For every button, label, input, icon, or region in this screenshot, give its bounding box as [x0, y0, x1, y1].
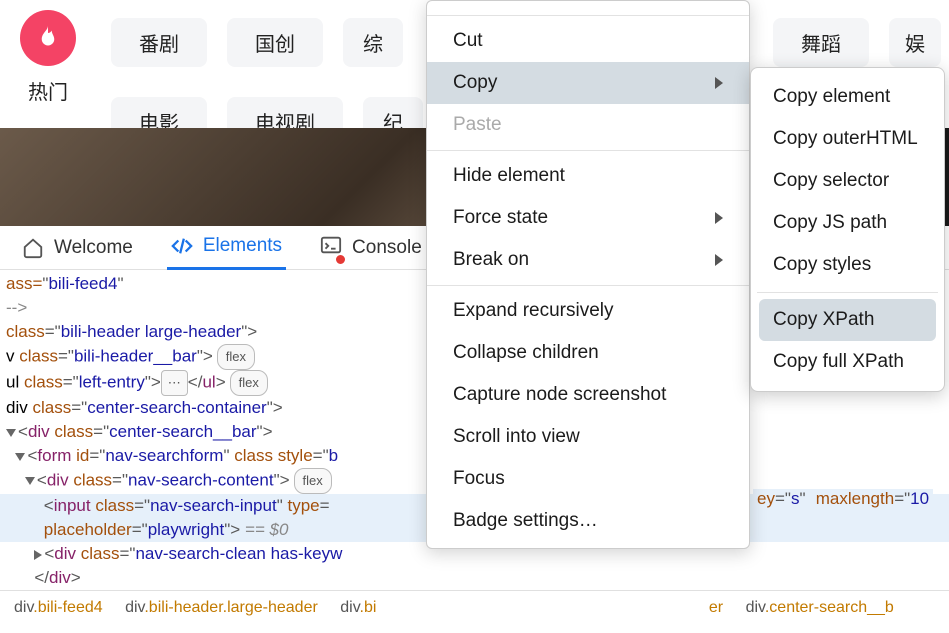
- submenu-copy-jspath[interactable]: Copy JS path: [759, 202, 936, 244]
- tab-console[interactable]: Console: [316, 226, 426, 270]
- submenu-arrow-icon: [715, 77, 723, 89]
- menu-separator: [427, 150, 749, 151]
- submenu-copy-xpath[interactable]: Copy XPath: [759, 299, 936, 341]
- menu-paste: Paste: [427, 104, 749, 146]
- expand-triangle-icon[interactable]: [15, 453, 25, 461]
- tab-welcome[interactable]: Welcome: [18, 226, 137, 270]
- menu-collapse[interactable]: Collapse children: [427, 332, 749, 374]
- nav-pill[interactable]: 舞蹈: [773, 18, 869, 67]
- hot-section[interactable]: 热门: [20, 10, 76, 128]
- expand-triangle-icon[interactable]: [6, 429, 16, 437]
- home-icon: [22, 237, 44, 259]
- breadcrumb-item[interactable]: div.bi: [340, 599, 376, 616]
- menu-cut[interactable]: Cut: [427, 20, 749, 62]
- nav-pill[interactable]: 娱: [889, 18, 941, 67]
- menu-break-on[interactable]: Break on: [427, 239, 749, 281]
- code-icon: [171, 235, 193, 257]
- flex-badge[interactable]: flex: [294, 468, 332, 494]
- menu-capture[interactable]: Capture node screenshot: [427, 374, 749, 416]
- flex-badge[interactable]: flex: [230, 370, 268, 396]
- nav-pill[interactable]: 综: [343, 18, 403, 67]
- submenu-copy-outerhtml[interactable]: Copy outerHTML: [759, 118, 936, 160]
- menu-expand[interactable]: Expand recursively: [427, 290, 749, 332]
- context-menu: Cut Copy Paste Hide element Force state …: [426, 0, 750, 549]
- menu-hide[interactable]: Hide element: [427, 155, 749, 197]
- breadcrumb-item[interactable]: div.center-search__b: [746, 599, 894, 616]
- error-badge-icon: [335, 254, 346, 265]
- tab-label: Console: [352, 237, 422, 259]
- breadcrumb-item[interactable]: div.bili-header.large-header: [125, 599, 318, 616]
- flex-badge[interactable]: flex: [217, 344, 255, 370]
- hot-label: 热门: [20, 76, 76, 105]
- menu-separator: [427, 15, 749, 16]
- breadcrumb[interactable]: div.bili-feed4 div.bili-header.large-hea…: [0, 590, 949, 625]
- expand-triangle-icon[interactable]: [25, 477, 35, 485]
- submenu-copy-selector[interactable]: Copy selector: [759, 160, 936, 202]
- breadcrumb-item[interactable]: div.bili-feed4: [14, 599, 103, 616]
- code-fragment: ey="s" maxlength="10: [753, 489, 933, 509]
- menu-separator: [427, 285, 749, 286]
- submenu-arrow-icon: [715, 212, 723, 224]
- tab-label: Welcome: [54, 237, 133, 259]
- breadcrumb-item[interactable]: er: [709, 599, 723, 616]
- console-icon: [320, 234, 342, 256]
- menu-scroll[interactable]: Scroll into view: [427, 416, 749, 458]
- collapse-triangle-icon[interactable]: [34, 550, 42, 560]
- fire-icon: [20, 10, 76, 66]
- submenu-copy-element[interactable]: Copy element: [759, 76, 936, 118]
- menu-focus[interactable]: Focus: [427, 458, 749, 500]
- menu-copy[interactable]: Copy: [427, 62, 749, 104]
- code-line[interactable]: </div>: [0, 566, 949, 590]
- menu-badge[interactable]: Badge settings…: [427, 500, 749, 542]
- copy-submenu: Copy element Copy outerHTML Copy selecto…: [750, 67, 945, 392]
- menu-force-state[interactable]: Force state: [427, 197, 749, 239]
- tab-elements[interactable]: Elements: [167, 226, 286, 270]
- submenu-copy-styles[interactable]: Copy styles: [759, 244, 936, 286]
- menu-item-partial: [427, 7, 749, 11]
- menu-separator: [757, 292, 938, 293]
- nav-pill[interactable]: 国创: [227, 18, 323, 67]
- submenu-arrow-icon: [715, 254, 723, 266]
- tab-label: Elements: [203, 235, 282, 257]
- ellipsis-badge[interactable]: ⋯: [161, 370, 188, 396]
- nav-pill[interactable]: 番剧: [111, 18, 207, 67]
- submenu-copy-fullxpath[interactable]: Copy full XPath: [759, 341, 936, 383]
